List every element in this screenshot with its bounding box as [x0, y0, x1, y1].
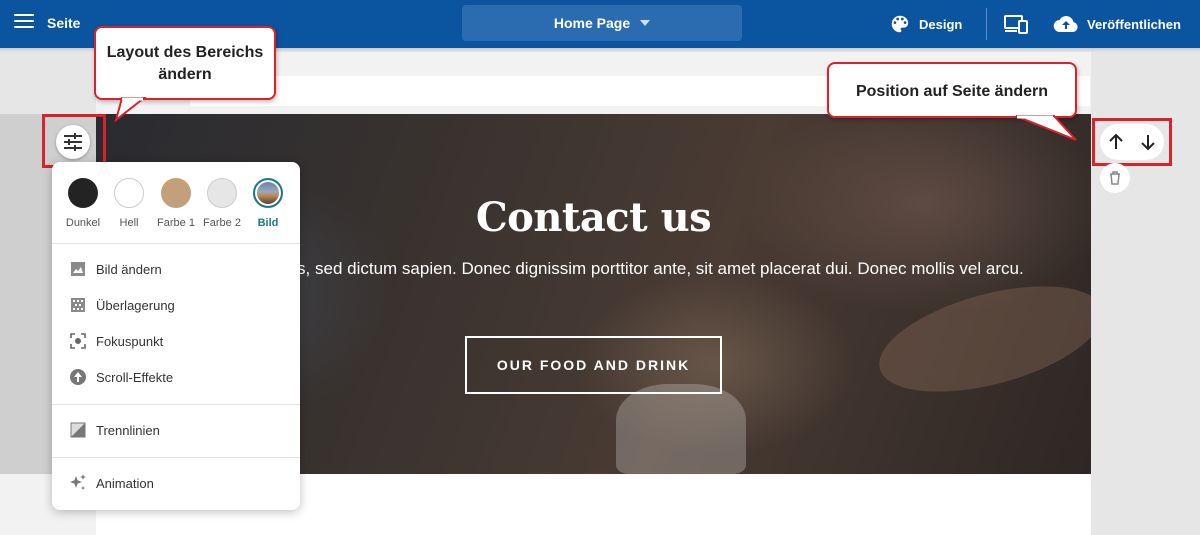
- swatch-dot: [114, 178, 144, 208]
- publish-button[interactable]: Veröffentlichen: [1053, 0, 1181, 48]
- menu-item-label: Bild ändern: [96, 261, 162, 277]
- swatch-dot: [161, 178, 191, 208]
- swatch-farbe-1[interactable]: Farbe 1: [152, 174, 200, 229]
- section-layout-button[interactable]: [56, 125, 90, 159]
- scroll-effects-icon: [68, 367, 88, 387]
- menu-item-label: Trennlinien: [96, 422, 160, 438]
- hamburger-menu-icon[interactable]: [14, 14, 34, 32]
- swatch-label: Farbe 1: [157, 217, 195, 229]
- delete-section-button[interactable]: [1100, 163, 1130, 193]
- background-photo-detail: [868, 265, 1091, 413]
- menu-item-label: Scroll-Effekte: [96, 369, 174, 385]
- move-section-controls: [1100, 124, 1164, 160]
- panel-divider: [52, 243, 300, 244]
- menu-item-scroll-effects[interactable]: Scroll-Effekte: [52, 359, 300, 395]
- swatch-bild[interactable]: Bild: [244, 174, 292, 229]
- swatch-dot: [207, 178, 237, 208]
- swatch-dot: [68, 178, 98, 208]
- position-callout-text: Position auf Seite ändern: [855, 83, 1049, 100]
- section-layout-panel: Dunkel Hell Farbe 1 Farbe 2 Bild Bild än…: [52, 162, 300, 510]
- swatch-farbe-2[interactable]: Farbe 2: [198, 174, 246, 229]
- focus-icon: [68, 331, 88, 351]
- design-label: Design: [919, 16, 963, 32]
- toolbar-divider: [986, 8, 987, 40]
- panel-divider: [52, 404, 300, 405]
- menu-item-animation[interactable]: Animation: [52, 465, 300, 501]
- publish-label: Veröffentlichen: [1087, 16, 1181, 32]
- page-selector-label: Home Page: [553, 15, 631, 31]
- background-swatches: Dunkel Hell Farbe 1 Farbe 2 Bild: [52, 174, 300, 244]
- background-photo-cup: [616, 384, 746, 474]
- position-callout-pointer: [1015, 115, 1077, 141]
- sparkle-icon: [68, 473, 88, 493]
- swatch-hell[interactable]: Hell: [105, 174, 153, 229]
- menu-item-overlay[interactable]: Überlagerung: [52, 287, 300, 323]
- move-down-icon[interactable]: [1139, 133, 1157, 151]
- device-preview-button[interactable]: [1003, 0, 1037, 48]
- design-button[interactable]: Design: [889, 0, 962, 48]
- panel-divider: [52, 457, 300, 458]
- layout-callout: Layout des Bereichs ändern: [94, 26, 276, 100]
- swatch-label: Hell: [119, 217, 139, 229]
- food-drink-button[interactable]: OUR FOOD AND DRINK: [465, 336, 722, 394]
- divider-icon: [68, 420, 88, 440]
- page-menu-label[interactable]: Seite: [47, 15, 80, 31]
- menu-item-label: Animation: [96, 475, 154, 491]
- swatch-label: Dunkel: [65, 217, 101, 229]
- page-selector[interactable]: Home Page: [462, 5, 742, 41]
- image-icon: [68, 259, 88, 279]
- menu-item-label: Überlagerung: [96, 297, 175, 313]
- trash-icon: [1110, 171, 1120, 185]
- move-up-icon[interactable]: [1107, 133, 1125, 151]
- menu-item-change-image[interactable]: Bild ändern: [52, 251, 300, 287]
- swatch-label: Farbe 2: [203, 217, 241, 229]
- menu-item-focus-point[interactable]: Fokuspunkt: [52, 323, 300, 359]
- devices-icon: [1004, 15, 1028, 34]
- swatch-dot: [253, 178, 283, 208]
- palette-icon: [891, 15, 909, 33]
- cloud-upload-icon: [1053, 16, 1078, 33]
- swatch-label: Bild: [257, 217, 279, 229]
- overlay-icon: [68, 295, 88, 315]
- caret-down-icon: [640, 20, 651, 26]
- hero-text[interactable]: a eros, sed dictum sapien. Donec digniss…: [236, 252, 1046, 285]
- menu-item-dividers[interactable]: Trennlinien: [52, 412, 300, 448]
- swatch-dunkel[interactable]: Dunkel: [59, 174, 107, 229]
- layout-callout-text: Layout des Bereichs ändern: [106, 44, 264, 83]
- sliders-icon: [64, 133, 82, 151]
- menu-item-label: Fokuspunkt: [96, 333, 164, 349]
- position-callout: Position auf Seite ändern: [827, 62, 1077, 118]
- layout-callout-pointer: [114, 97, 147, 122]
